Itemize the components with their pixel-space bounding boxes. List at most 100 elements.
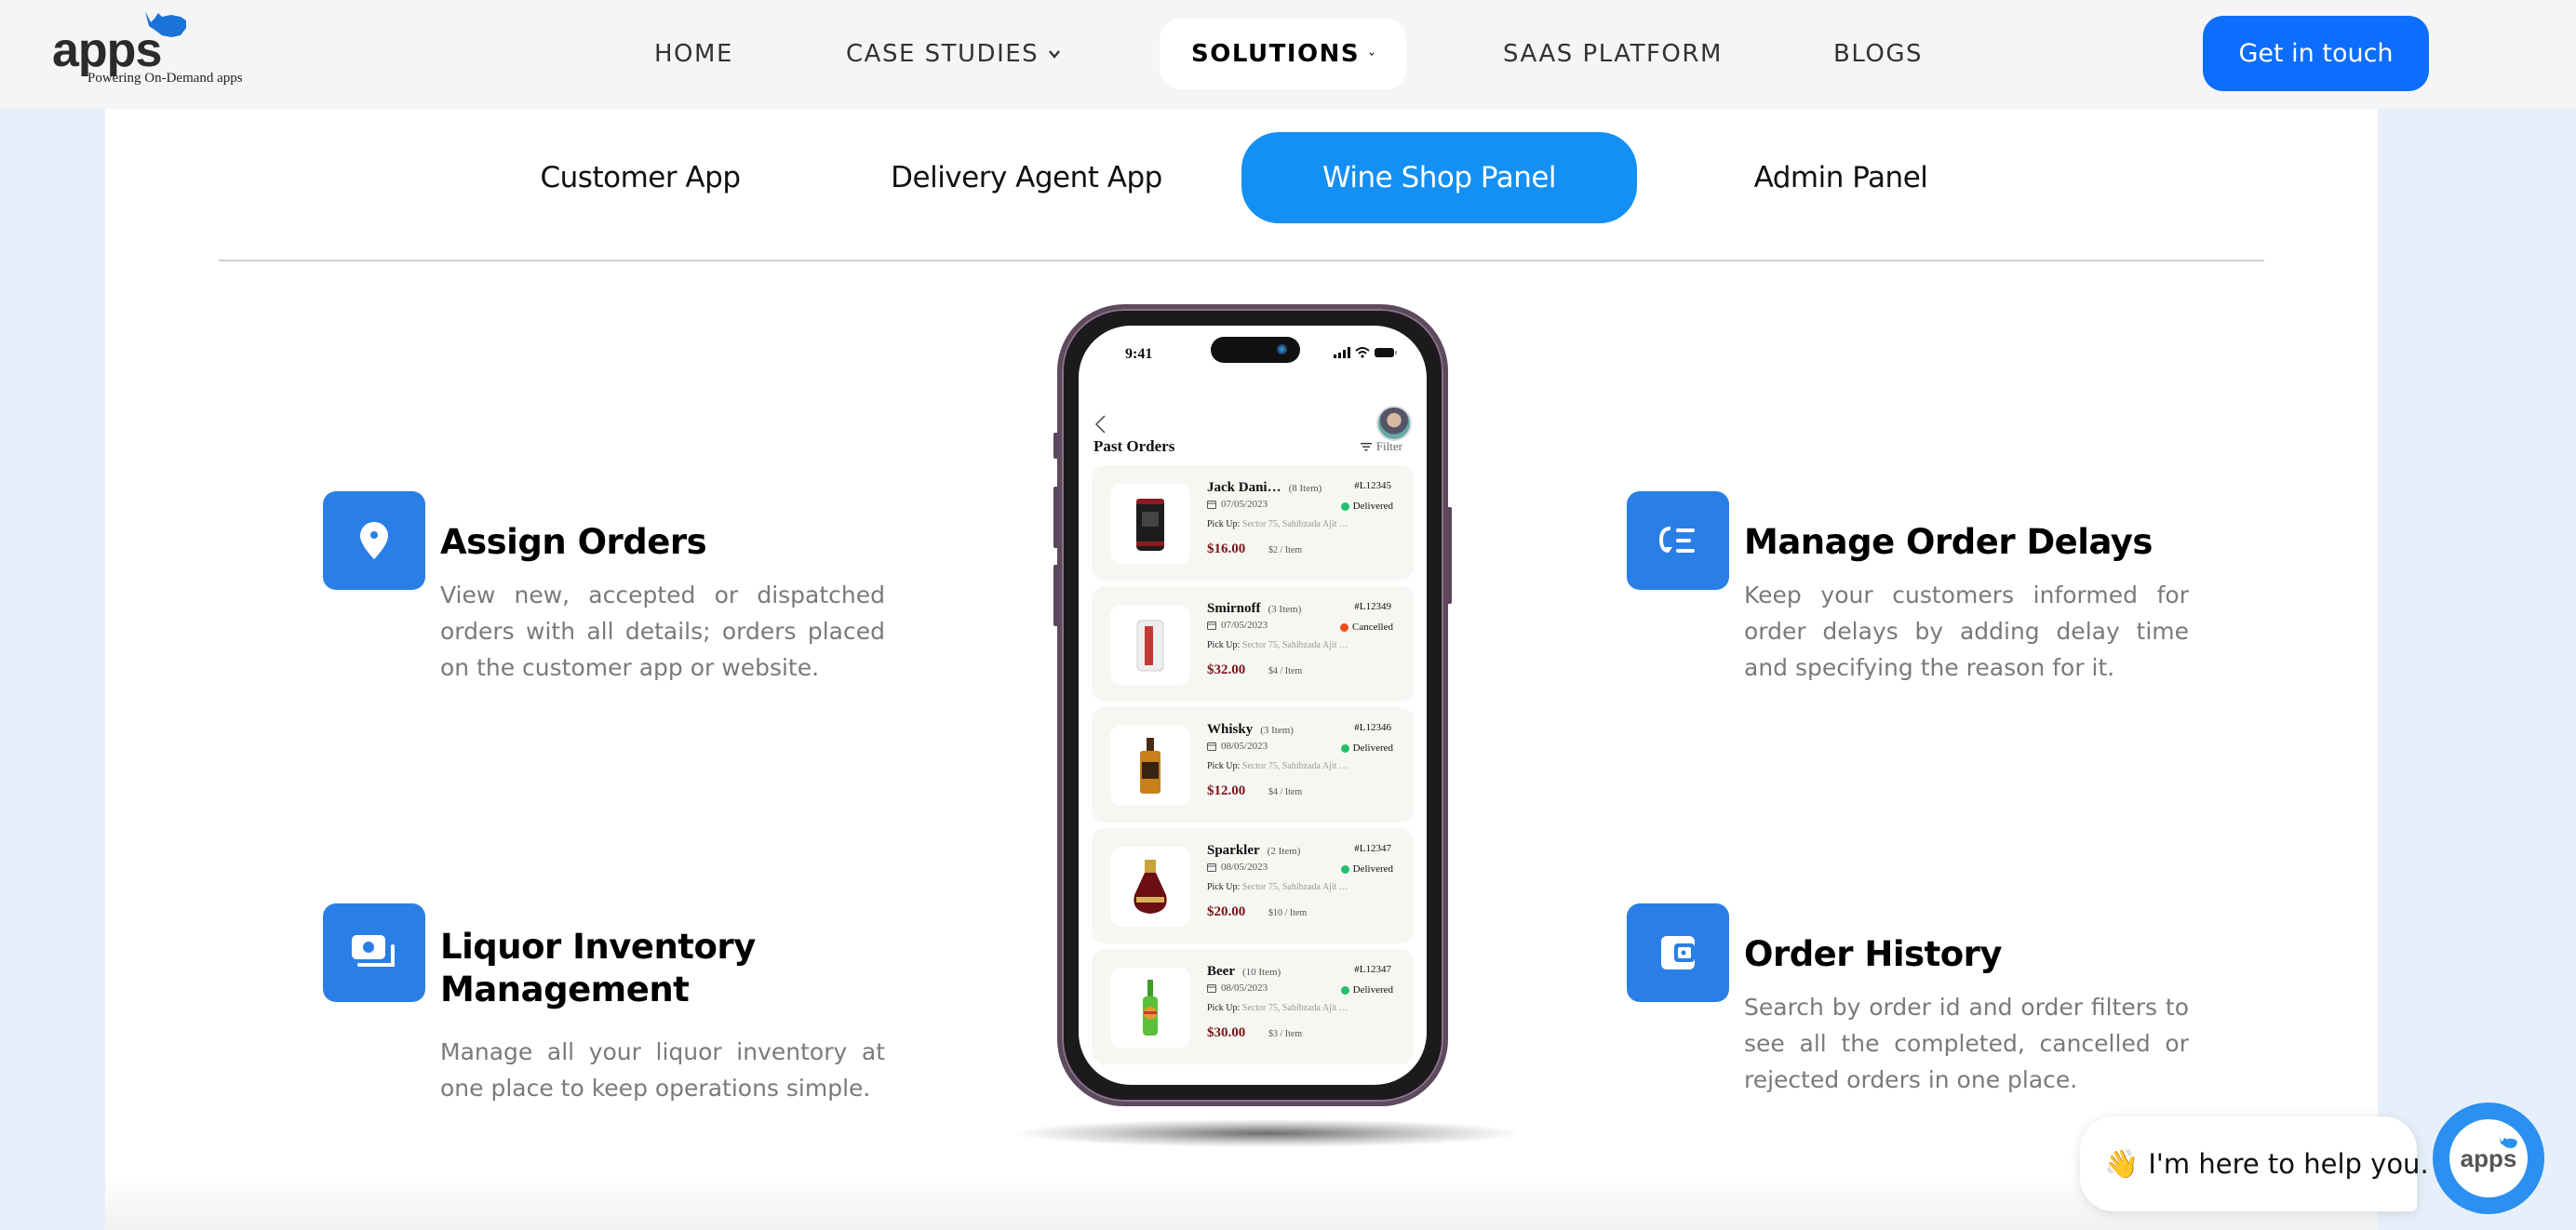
chat-launcher-button[interactable]: apps xyxy=(2433,1103,2544,1214)
phone-mockup: 9:41 Past Orders Filter Jack Dani… (8 It… xyxy=(1016,304,1519,1147)
site-header: apps Powering On-Demand apps HOME CASE S… xyxy=(0,0,2576,109)
pickup-address: Sector 75, Sahibzada Ajit … xyxy=(1241,761,1348,771)
signal-icon xyxy=(1334,347,1350,358)
order-quantity: (3 Item) xyxy=(1268,604,1302,615)
logo[interactable]: apps Powering On-Demand apps xyxy=(52,9,248,93)
product-image xyxy=(1110,605,1190,685)
order-product-name: Beer (10 Item) xyxy=(1207,964,1281,980)
product-image xyxy=(1110,726,1190,806)
tabs-divider xyxy=(219,260,2264,261)
order-card[interactable]: Beer (10 Item) #L12347 08/05/2023 Delivered P… xyxy=(1092,949,1414,1064)
order-quantity: (10 Item) xyxy=(1241,967,1281,978)
wallet-history-icon xyxy=(1627,903,1729,1002)
get-in-touch-button[interactable]: Get in touch xyxy=(2203,16,2429,91)
order-status-badge: Delivered xyxy=(1340,742,1393,754)
order-total-price: $32.00 xyxy=(1207,662,1246,677)
order-card[interactable]: Sparkler (2 Item) #L12347 08/05/2023 Deliver… xyxy=(1092,828,1414,943)
order-pickup: Pick Up: Sector 75, Sahibzada Ajit … xyxy=(1207,761,1348,771)
status-dot-icon xyxy=(1340,743,1349,753)
order-date-text: 08/05/2023 xyxy=(1221,862,1268,873)
delay-list-icon xyxy=(1627,491,1729,590)
user-avatar[interactable] xyxy=(1376,406,1412,441)
order-product-name: Whisky (3 Item) xyxy=(1207,722,1294,738)
nav-saas-platform[interactable]: SAAS PLATFORM xyxy=(1503,19,1723,89)
order-pickup: Pick Up: Sector 75, Sahibzada Ajit … xyxy=(1207,640,1348,650)
nav-home[interactable]: HOME xyxy=(654,19,733,89)
order-card[interactable]: Whisky (3 Item) #L12346 08/05/2023 Delivered… xyxy=(1092,707,1414,822)
order-status-text: Delivered xyxy=(1352,863,1393,875)
dynamic-island xyxy=(1211,337,1300,363)
logo-wordmark: apps xyxy=(52,23,162,77)
nav-blogs[interactable]: BLOGS xyxy=(1833,19,1923,89)
chevron-down-icon xyxy=(1049,50,1061,59)
order-status-text: Delivered xyxy=(1352,501,1393,512)
feature-description: Manage all your liquor inventory at one … xyxy=(440,1038,885,1102)
order-pickup: Pick Up: Sector 75, Sahibzada Ajit … xyxy=(1207,1003,1348,1013)
feature-manage-order-delays: Manage Order Delays Keep your customers … xyxy=(1627,491,2204,696)
product-image xyxy=(1110,968,1190,1048)
pickup-address: Sector 75, Sahibzada Ajit … xyxy=(1241,519,1348,529)
order-id: #L12347 xyxy=(1354,964,1391,975)
order-card[interactable]: Smirnoff (3 Item) #L12349 07/05/2023 Cancell… xyxy=(1092,586,1414,702)
order-total-price: $30.00 xyxy=(1207,1025,1246,1040)
order-unit-price: $3 / Item xyxy=(1268,1029,1303,1039)
tab-delivery-agent-app[interactable]: Delivery Agent App xyxy=(887,132,1166,223)
tab-customer-app[interactable]: Customer App xyxy=(524,132,757,223)
calendar-icon xyxy=(1207,622,1216,630)
order-unit-price: $10 / Item xyxy=(1268,908,1308,918)
order-quantity: (3 Item) xyxy=(1260,725,1294,736)
feature-description: Keep your customers informed for order d… xyxy=(1744,582,2189,681)
order-date: 08/05/2023 xyxy=(1207,983,1268,994)
solutions-panel: Customer App Delivery Agent App Wine Sho… xyxy=(105,109,2378,1230)
calendar-icon xyxy=(1207,501,1216,509)
product-name: Beer xyxy=(1207,964,1235,979)
order-product-name: Jack Dani… (8 Item) xyxy=(1207,480,1322,496)
back-icon[interactable] xyxy=(1093,414,1107,435)
product-name: Whisky xyxy=(1207,722,1254,737)
tab-admin-panel[interactable]: Admin Panel xyxy=(1724,132,1957,223)
feature-order-history: Order History Search by order id and ord… xyxy=(1627,903,2204,1127)
status-time: 9:41 xyxy=(1125,346,1153,362)
filter-button[interactable]: Filter xyxy=(1360,439,1402,454)
wifi-icon xyxy=(1355,347,1370,358)
chat-greeting-bubble[interactable]: 👋 I'm here to help you. xyxy=(2080,1116,2429,1211)
pickup-address: Sector 75, Sahibzada Ajit … xyxy=(1241,882,1348,892)
pickup-label: Pick Up: xyxy=(1207,882,1241,892)
order-id: #L12345 xyxy=(1354,480,1391,491)
nav-solutions[interactable]: SOLUTIONS xyxy=(1160,19,1406,89)
order-status-text: Delivered xyxy=(1352,742,1393,754)
calendar-icon xyxy=(1207,984,1216,993)
order-date-text: 07/05/2023 xyxy=(1221,499,1268,510)
feature-description: View new, accepted or dispatched orders … xyxy=(440,582,885,681)
order-card[interactable]: Jack Dani… (8 Item) #L12345 07/05/2023 Deliv… xyxy=(1092,465,1414,581)
order-total-price: $20.00 xyxy=(1207,904,1246,919)
nav-label: SAAS PLATFORM xyxy=(1503,40,1723,68)
order-product-name: Smirnoff (3 Item) xyxy=(1207,601,1301,617)
order-date-text: 07/05/2023 xyxy=(1221,620,1268,631)
calendar-icon xyxy=(1207,742,1216,751)
waving-hand-icon: 👋 xyxy=(2104,1147,2140,1181)
order-status-badge: Cancelled xyxy=(1340,622,1393,633)
nav-label: SOLUTIONS xyxy=(1191,40,1361,68)
order-id: #L12347 xyxy=(1354,843,1391,854)
feature-description: Search by order id and order filters to … xyxy=(1744,994,2189,1093)
pickup-label: Pick Up: xyxy=(1207,640,1241,650)
order-unit-price: $4 / Item xyxy=(1268,787,1303,797)
order-status-badge: Delivered xyxy=(1340,984,1393,996)
status-dot-icon xyxy=(1340,985,1349,995)
product-name: Smirnoff xyxy=(1207,601,1261,616)
tab-wine-shop-panel[interactable]: Wine Shop Panel xyxy=(1241,132,1637,223)
logo-tagline: Powering On-Demand apps xyxy=(87,71,243,86)
pickup-label: Pick Up: xyxy=(1207,519,1241,529)
feature-title: Manage Order Delays xyxy=(1744,522,2153,562)
inventory-icon xyxy=(323,903,425,1002)
feature-title: Liquor Inventory Management xyxy=(440,927,756,1009)
status-dot-icon xyxy=(1340,622,1349,632)
battery-icon xyxy=(1375,348,1397,357)
order-pickup: Pick Up: Sector 75, Sahibzada Ajit … xyxy=(1207,519,1348,529)
nav-case-studies[interactable]: CASE STUDIES xyxy=(846,19,1061,89)
filter-label: Filter xyxy=(1375,439,1402,453)
status-bar: 9:41 xyxy=(1079,326,1427,381)
nav-label: HOME xyxy=(654,40,733,68)
order-unit-price: $4 / Item xyxy=(1268,666,1303,676)
